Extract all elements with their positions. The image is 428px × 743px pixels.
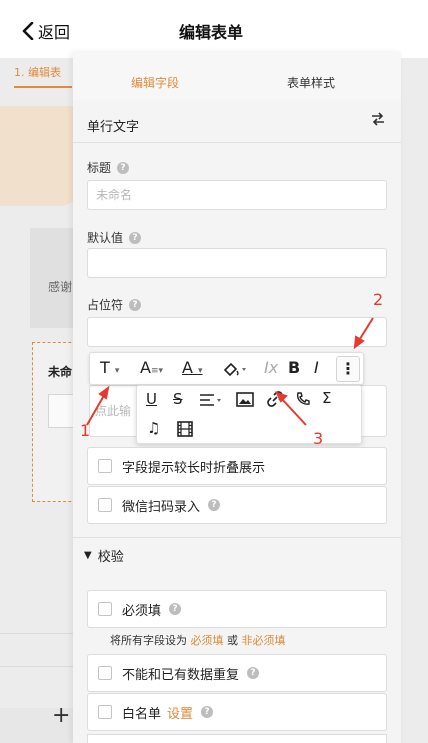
tab-form-style[interactable]: 表单样式: [287, 74, 335, 91]
hint-or: 或: [227, 634, 238, 647]
help-icon[interactable]: ?: [247, 667, 260, 679]
set-all-optional-link[interactable]: 非必须填: [242, 634, 286, 647]
default-label-text: 默认值: [87, 231, 124, 245]
collapse-hint-option[interactable]: 字段提示较长时折叠展示: [87, 447, 387, 485]
music-icon[interactable]: ♫: [147, 419, 160, 437]
default-label: 默认值?: [87, 229, 142, 246]
italic-icon[interactable]: I: [314, 358, 319, 377]
wechat-scan-option[interactable]: 微信扫码录入 ?: [87, 486, 387, 524]
formula-icon[interactable]: Σ: [322, 389, 331, 407]
verify-title: 校验: [97, 550, 124, 565]
image-icon[interactable]: [236, 392, 254, 407]
checkbox[interactable]: [98, 666, 112, 680]
editor-placeholder: 点此输: [95, 404, 132, 418]
set-all-required-link[interactable]: 必须填: [191, 634, 224, 647]
checkbox[interactable]: [98, 498, 112, 512]
checkbox[interactable]: [98, 705, 112, 719]
hint-prefix: 将所有字段设为: [110, 634, 187, 647]
placeholder-input[interactable]: [87, 317, 387, 347]
title-label-text: 标题: [87, 161, 112, 175]
font-size-button[interactable]: A≡▾: [140, 358, 163, 377]
placeholder-label-text: 占位符: [87, 298, 124, 312]
nav-bar: 返回 编辑表单: [0, 0, 428, 58]
help-icon[interactable]: ?: [129, 231, 142, 244]
help-icon[interactable]: ?: [201, 706, 214, 718]
strikethrough-icon[interactable]: S: [173, 390, 183, 408]
title-input[interactable]: 未命名: [87, 180, 387, 210]
required-hint: 将所有字段设为 必须填 或 非必须填: [110, 632, 286, 648]
more-options-dropdown: U S Σ ♫: [136, 385, 362, 444]
option-label: 不能和已有数据重复: [122, 667, 240, 683]
divider: [73, 142, 401, 143]
whitelist-option[interactable]: 白名单 设置 ?: [87, 693, 387, 731]
title-label: 标题?: [87, 159, 130, 176]
video-icon[interactable]: [177, 421, 193, 437]
align-icon[interactable]: [199, 393, 223, 407]
page-title: 编辑表单: [178, 23, 243, 42]
bg-field-title: 未命: [48, 365, 73, 379]
required-option[interactable]: 必须填 ?: [87, 590, 387, 628]
swap-icon[interactable]: [370, 112, 386, 126]
editor-toolbar: T ▾ A≡▾ A ▾ Ix B I ⋮: [89, 352, 364, 385]
caret-down-icon: ▼: [84, 550, 92, 561]
font-color-button[interactable]: A ▾: [182, 358, 203, 377]
bg-tab-underline: [14, 86, 72, 88]
checkbox[interactable]: [98, 459, 112, 473]
default-value-input[interactable]: [87, 248, 387, 278]
highlight-icon[interactable]: [222, 361, 248, 377]
divider: [0, 666, 80, 667]
font-color-glyph: A: [182, 358, 193, 377]
bg-banner: [0, 106, 80, 206]
option-label: 必须填: [122, 603, 162, 619]
bold-icon[interactable]: B: [288, 358, 300, 377]
add-icon[interactable]: +: [52, 703, 70, 728]
field-type-label: 单行文字: [87, 120, 140, 135]
more-options-button[interactable]: ⋮: [336, 356, 360, 382]
help-icon[interactable]: ?: [169, 603, 182, 615]
help-icon[interactable]: ?: [208, 499, 221, 511]
annotation-label-3: 3: [313, 429, 324, 448]
clear-format-icon[interactable]: Ix: [264, 358, 278, 377]
whitelist-settings-link[interactable]: 设置: [167, 703, 193, 722]
annotation-label-1: 1: [80, 421, 91, 440]
phone-icon[interactable]: [295, 391, 311, 407]
option-label: 字段提示较长时折叠展示: [122, 460, 266, 476]
annotation-label-2: 2: [373, 290, 384, 309]
text-style-button[interactable]: T ▾: [100, 358, 119, 377]
option-label: 白名单: [122, 706, 162, 722]
no-duplicate-option[interactable]: 不能和已有数据重复 ?: [87, 654, 387, 692]
link-icon[interactable]: [267, 391, 283, 407]
divider: [73, 537, 401, 538]
bg-text: 感谢: [48, 280, 73, 294]
checkbox[interactable]: [98, 602, 112, 616]
placeholder-label: 占位符?: [87, 296, 142, 313]
next-option-row: [87, 734, 387, 743]
divider: [0, 633, 80, 634]
help-icon[interactable]: ?: [129, 298, 142, 311]
tab-edit-field[interactable]: 编辑字段: [131, 74, 179, 91]
underline-icon[interactable]: U: [146, 390, 157, 408]
verify-section-header[interactable]: ▼ 校验: [84, 546, 124, 565]
help-icon[interactable]: ?: [117, 161, 130, 174]
option-label: 微信扫码录入: [122, 499, 201, 515]
text-style-glyph: T: [100, 358, 110, 377]
tab-bar: 编辑字段 表单样式: [73, 52, 401, 100]
font-size-glyph: A: [140, 358, 151, 377]
